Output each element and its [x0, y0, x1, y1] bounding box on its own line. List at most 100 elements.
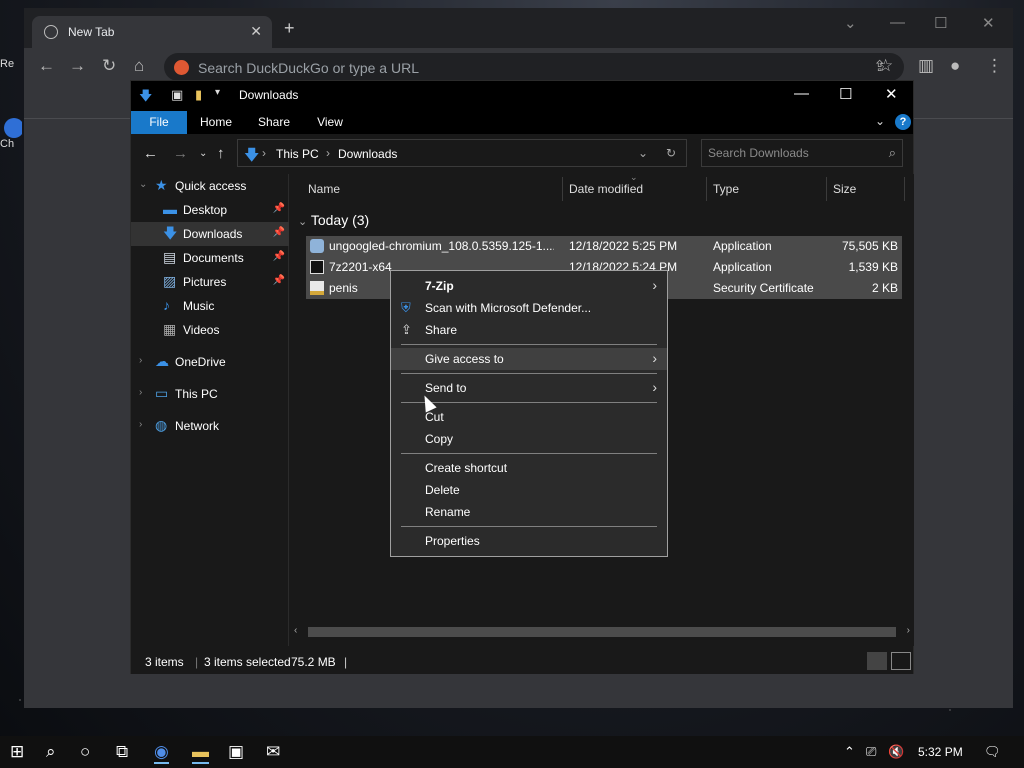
menu-item-share[interactable]: ⇪ Share — [391, 319, 667, 341]
task-view-icon[interactable]: ⧉ — [116, 742, 128, 762]
nav-item-videos[interactable]: ▦ Videos — [131, 318, 289, 342]
menu-item-label: Scan with Microsoft Defender... — [425, 301, 592, 315]
address-bar[interactable]: 🡇 › This PC › Downloads ⌄ ↻ — [237, 139, 687, 167]
scroll-left-icon[interactable]: ‹ — [294, 625, 297, 636]
new-tab-button[interactable]: + — [284, 19, 295, 37]
application-icon — [310, 239, 324, 253]
expand-chevron-icon[interactable]: › — [139, 419, 142, 430]
breadcrumb-this-pc[interactable]: This PC — [276, 147, 319, 161]
group-header-today[interactable]: ⌄ Today (3) — [298, 212, 369, 228]
details-view-icon[interactable] — [867, 652, 887, 670]
nav-item-documents[interactable]: ▤ Documents 📌 — [131, 246, 289, 270]
desktop-icon-recycle[interactable]: Re — [0, 58, 22, 70]
maximize-button[interactable]: ☐ — [839, 85, 852, 103]
back-icon[interactable]: ← — [38, 57, 55, 75]
menu-item-delete[interactable]: Delete — [391, 479, 667, 501]
search-input[interactable] — [708, 146, 878, 160]
expand-chevron-icon[interactable]: › — [139, 387, 142, 398]
expand-chevron-icon[interactable]: › — [139, 355, 142, 366]
menu-item-rename[interactable]: Rename — [391, 501, 667, 523]
customize-toolbar-icon[interactable]: ▾ — [215, 87, 220, 98]
expand-ribbon-icon[interactable]: ⌄ — [875, 114, 885, 128]
start-windows-icon[interactable]: ⊞ — [10, 742, 24, 762]
column-divider[interactable] — [904, 177, 905, 201]
column-divider[interactable] — [706, 177, 707, 201]
volume-muted-icon[interactable]: 🔇 — [888, 744, 904, 760]
column-header-name[interactable]: Name — [308, 174, 340, 204]
close-button[interactable]: ✕ — [982, 14, 995, 32]
column-divider[interactable] — [826, 177, 827, 201]
taskbar-clock[interactable]: 5:32 PM — [918, 745, 963, 759]
properties-icon[interactable]: ▣ — [171, 87, 183, 103]
action-center-icon[interactable]: 🗨 — [984, 744, 1001, 760]
breadcrumb-downloads[interactable]: Downloads — [338, 147, 397, 161]
tab-new-tab[interactable]: New Tab ✕ — [32, 16, 272, 48]
menu-item-properties[interactable]: Properties — [391, 530, 667, 552]
large-icons-view-icon[interactable] — [891, 652, 911, 670]
search-icon[interactable]: ⌕ — [46, 742, 56, 762]
nav-item-downloads[interactable]: 🡇 Downloads 📌 — [131, 222, 289, 246]
recent-locations-icon[interactable]: ⌄ — [199, 146, 207, 161]
reload-icon[interactable]: ↻ — [102, 57, 116, 75]
side-panel-icon[interactable]: ▥ — [918, 57, 934, 75]
menu-dots-icon[interactable]: ⋮ — [986, 57, 1003, 75]
nav-item-this-pc[interactable]: › ▭ This PC — [131, 382, 289, 406]
search-box[interactable]: ⌕ — [701, 139, 903, 167]
chromium-taskbar-icon[interactable]: ◉ — [154, 742, 169, 764]
address-dropdown-icon[interactable]: ⌄ — [638, 146, 648, 160]
nav-item-pictures[interactable]: ▨ Pictures 📌 — [131, 270, 289, 294]
store-icon[interactable]: ▣ — [228, 742, 244, 762]
scroll-right-icon[interactable]: › — [907, 625, 910, 636]
downloads-arrow-icon: 🡇 — [244, 147, 260, 164]
column-divider[interactable] — [562, 177, 563, 201]
mail-icon[interactable]: ✉ — [266, 742, 280, 762]
help-icon[interactable]: ? — [895, 114, 911, 130]
collapse-chevron-icon[interactable]: ⌄ — [139, 179, 147, 190]
nav-item-onedrive[interactable]: › ☁ OneDrive — [131, 350, 289, 374]
minimize-button[interactable]: — — [890, 14, 905, 31]
bookmark-star-icon[interactable]: ☆ — [878, 57, 893, 75]
table-row[interactable]: ungoogled-chromium_108.0.5359.125-1.... … — [306, 236, 902, 257]
minimize-button[interactable]: — — [794, 85, 809, 102]
file-name: 7z2201-x64 — [329, 260, 392, 274]
menu-item-create-shortcut[interactable]: Create shortcut — [391, 457, 667, 479]
desktop-icon-chrome[interactable]: Ch — [0, 118, 22, 150]
forward-icon[interactable]: → — [173, 146, 188, 161]
refresh-icon[interactable]: ↻ — [666, 146, 676, 160]
show-hidden-icons[interactable]: ⌃ — [844, 744, 855, 760]
menu-item-scan-defender[interactable]: ⛨ Scan with Microsoft Defender... — [391, 297, 667, 319]
file-explorer-taskbar-icon[interactable]: ▬ — [192, 742, 209, 764]
column-header-date-modified[interactable]: Date modified — [569, 174, 643, 204]
menu-item-7zip[interactable]: 7-Zip › — [391, 275, 667, 297]
back-icon[interactable]: ← — [143, 146, 158, 161]
globe-icon — [44, 25, 58, 39]
network-tray-icon[interactable]: ⎚ — [866, 744, 876, 760]
menu-item-send-to[interactable]: Send to › — [391, 377, 667, 399]
network-icon: ◍ — [155, 417, 168, 433]
column-header-size[interactable]: Size — [833, 174, 856, 204]
close-tab-icon[interactable]: ✕ — [250, 23, 262, 40]
nav-item-network[interactable]: › ◍ Network — [131, 414, 289, 438]
horizontal-scrollbar[interactable]: ‹ › — [290, 624, 914, 640]
tab-view[interactable]: View — [307, 111, 353, 134]
up-icon[interactable]: ↑ — [217, 146, 225, 161]
menu-item-give-access[interactable]: Give access to › — [391, 348, 667, 370]
address-bar[interactable]: Search DuckDuckGo or type a URL ⇪ — [164, 53, 904, 81]
tab-file[interactable]: File — [131, 111, 187, 134]
column-header-type[interactable]: Type — [713, 174, 739, 204]
profile-icon[interactable]: ● — [950, 57, 960, 75]
close-button[interactable]: ✕ — [885, 85, 898, 103]
tab-home[interactable]: Home — [193, 111, 239, 134]
nav-item-music[interactable]: ♪ Music — [131, 294, 289, 318]
tab-search-icon[interactable]: ⌄ — [844, 14, 857, 32]
home-icon[interactable]: ⌂ — [134, 57, 144, 75]
cortana-icon[interactable]: ○ — [80, 742, 90, 762]
new-folder-icon[interactable]: ▮ — [195, 87, 202, 103]
nav-item-quick-access[interactable]: ⌄ ★ Quick access — [131, 174, 289, 198]
tab-share[interactable]: Share — [251, 111, 297, 134]
forward-icon[interactable]: → — [69, 57, 86, 75]
scrollbar-thumb[interactable] — [308, 627, 896, 637]
nav-item-desktop[interactable]: ▬ Desktop 📌 — [131, 198, 289, 222]
menu-item-copy[interactable]: Copy — [391, 428, 667, 450]
maximize-button[interactable]: ☐ — [934, 14, 947, 32]
